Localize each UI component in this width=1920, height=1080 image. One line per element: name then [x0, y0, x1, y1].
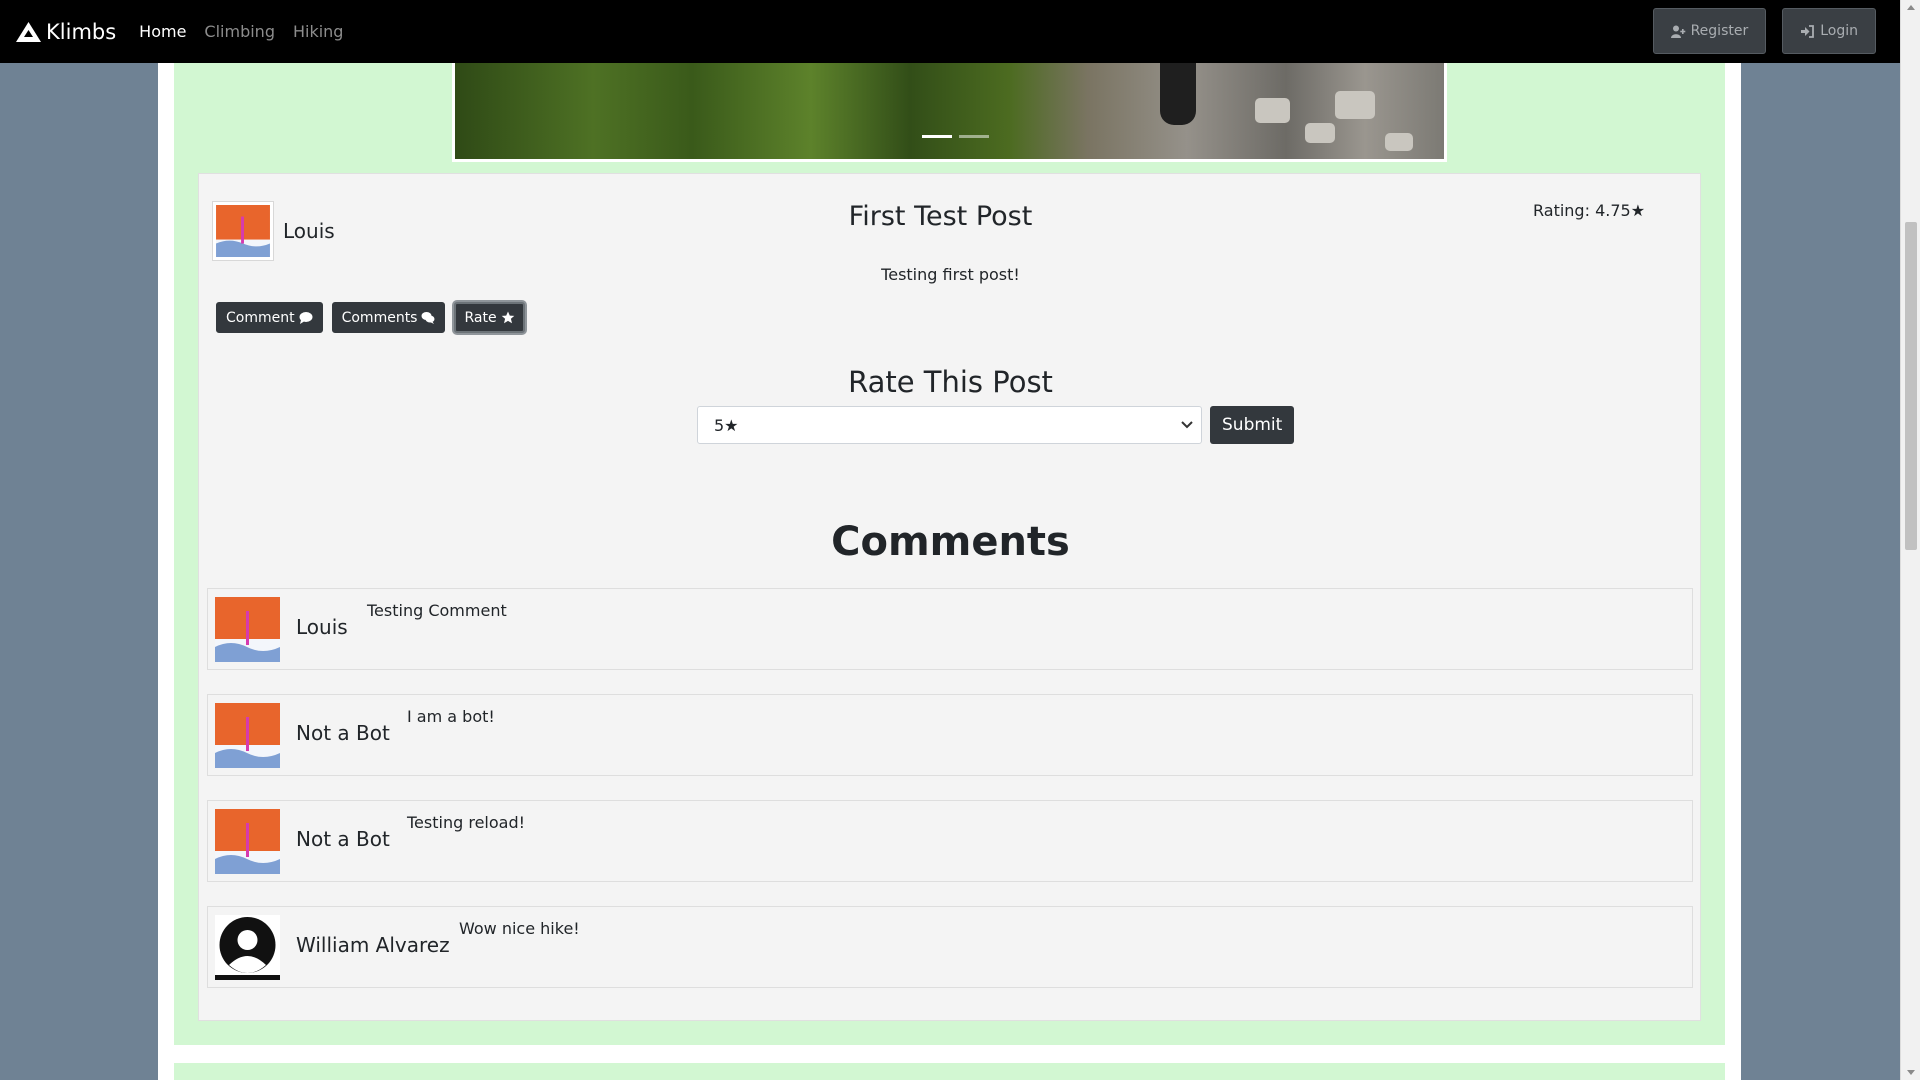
hiker-boot-shape [1160, 63, 1196, 125]
comment-button-label: Comment [226, 309, 295, 326]
default-user-avatar-icon[interactable] [215, 915, 280, 980]
nav-link-hiking[interactable]: Hiking [293, 22, 343, 41]
register-button[interactable]: Register [1652, 8, 1767, 54]
sign-in-icon [1801, 24, 1815, 38]
comment-item: Not a Bot Testing reload! [207, 800, 1693, 882]
nav-link-home[interactable]: Home [139, 22, 186, 41]
scrollbar-thumb[interactable] [1905, 222, 1917, 550]
comments-button-label: Comments [341, 309, 418, 326]
chevron-down-icon [1181, 421, 1193, 429]
comment-item: William Alvarez Wow nice hike! [207, 906, 1693, 988]
rate-button[interactable]: Rate [454, 302, 525, 333]
post-body-text: Testing first post! [881, 265, 1020, 284]
climber-avatar-icon[interactable] [215, 809, 280, 874]
comments-title: Comments [831, 519, 1070, 565]
register-label: Register [1690, 23, 1749, 39]
login-button[interactable]: Login [1782, 8, 1876, 54]
comment-author[interactable]: William Alvarez [296, 933, 450, 957]
mountain-icon [16, 21, 41, 42]
comment-author[interactable]: Not a Bot [296, 827, 390, 851]
rate-button-label: Rate [464, 309, 497, 326]
rating-select-value: 5★ [714, 415, 739, 435]
post-rating: Rating: 4.75★ [1533, 201, 1646, 220]
comment-text: Wow nice hike! [459, 919, 580, 938]
comment-item: Not a Bot I am a bot! [207, 694, 1693, 776]
comments-button[interactable]: Comments [331, 302, 446, 333]
comment-item: Louis Testing Comment [207, 588, 1693, 670]
rock-shape [1385, 133, 1413, 151]
next-post-wrapper [174, 1063, 1725, 1080]
post-title: First Test Post [199, 201, 1702, 232]
carousel-indicator[interactable] [922, 135, 952, 138]
post-actions: Comment Comments Rate [216, 302, 525, 333]
carousel-indicator[interactable] [959, 135, 989, 138]
page-scrollbar[interactable] [1900, 0, 1920, 1080]
navbar: Klimbs Home Climbing Hiking Register Log… [0, 0, 1900, 63]
login-label: Login [1820, 23, 1858, 39]
post-card: Louis First Test Post Rating: 4.75★ Test… [198, 173, 1701, 1021]
comment-text: I am a bot! [407, 707, 495, 726]
comment-text: Testing reload! [407, 813, 526, 832]
comment-author[interactable]: Not a Bot [296, 721, 390, 745]
rock-shape [1335, 91, 1375, 119]
rate-section-title: Rate This Post [848, 365, 1053, 399]
rate-form: 5★ Submit [697, 406, 1295, 444]
carousel-indicators [922, 135, 989, 138]
post-body: Testing first post! [199, 265, 1702, 284]
scroll-down-arrow-icon[interactable] [1907, 1070, 1915, 1075]
rock-shape [1305, 123, 1335, 143]
brand-link[interactable]: Klimbs [15, 20, 116, 44]
comment-icon [299, 312, 313, 324]
comment-button[interactable]: Comment [216, 302, 323, 333]
comment-text: Testing Comment [367, 601, 507, 620]
user-plus-icon [1670, 25, 1685, 38]
brand-name: Klimbs [46, 19, 117, 44]
auth-buttons: Register Login [1652, 8, 1876, 54]
submit-rating-button[interactable]: Submit [1210, 406, 1295, 444]
rock-shape [1255, 98, 1290, 123]
post-title-text: First Test Post [848, 201, 1033, 232]
rating-select[interactable]: 5★ [697, 406, 1202, 444]
nav-link-climbing[interactable]: Climbing [204, 22, 275, 41]
climber-avatar-icon[interactable] [215, 703, 280, 768]
comments-icon [421, 312, 435, 324]
climber-avatar-icon[interactable] [215, 597, 280, 662]
image-carousel[interactable] [452, 63, 1447, 162]
star-icon [501, 311, 514, 324]
comment-author[interactable]: Louis [296, 615, 348, 639]
scroll-up-arrow-icon[interactable] [1907, 5, 1915, 10]
